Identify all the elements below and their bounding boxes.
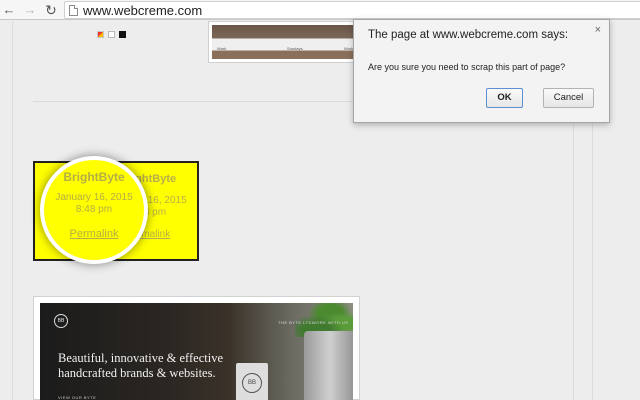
hero-line-2: handcrafted brands & websites. (58, 366, 216, 380)
lens-date-time: 8:48 pm (75, 204, 113, 215)
thumb-nav-left: THE BYTE LTD. (278, 320, 314, 325)
swatch-black[interactable] (119, 31, 126, 38)
dialog-title: The page at www.webcreme.com says: (368, 29, 569, 41)
brand-logo: BB (54, 314, 68, 328)
hero-line-1: Beautiful, innovative & effective (58, 351, 223, 365)
thumbnail-image: Work Sundays Work (212, 25, 354, 59)
close-icon[interactable]: × (595, 24, 601, 36)
magnifier-lens: BrightByte January 16, 2015 8:48 pm Perm… (40, 156, 148, 264)
website-thumbnail-top[interactable]: Work Sundays Work (208, 21, 358, 63)
cancel-button[interactable]: Cancel (543, 88, 594, 108)
thumbnail-image: BB THE BYTE LTD. WORK WITH US Beautiful,… (40, 303, 353, 400)
mug-logo: BB (242, 373, 262, 393)
page-border-left (12, 21, 13, 400)
reload-icon[interactable]: ↻ (43, 2, 59, 18)
swatch-white[interactable] (108, 31, 115, 38)
back-arrow-icon[interactable]: ← (1, 2, 17, 18)
ok-button[interactable]: OK (486, 88, 523, 108)
confirm-dialog: The page at www.webcreme.com says: × Are… (353, 19, 610, 123)
lens-title: BrightByte (63, 170, 125, 184)
thumb-label: Work (344, 46, 354, 51)
forward-arrow-icon[interactable]: → (22, 2, 38, 18)
address-bar[interactable]: www.webcreme.com (64, 1, 640, 19)
browser-toolbar: ← → ↻ www.webcreme.com (0, 0, 640, 20)
url-text[interactable]: www.webcreme.com (83, 3, 202, 18)
color-swatches (97, 25, 130, 38)
swatch-multicolor[interactable] (97, 31, 104, 38)
lens-permalink[interactable]: Permalink (44, 228, 144, 240)
lens-date-day: January 16, 2015 (55, 192, 133, 203)
thumb-label: Work (217, 46, 227, 51)
lens-date: January 16, 2015 8:48 pm (44, 192, 144, 216)
page-icon (69, 5, 78, 16)
thumb-nav-right: WORK WITH US (312, 320, 349, 325)
thumb-bottom-label: VIEW OUR BYTE (58, 395, 97, 400)
plant-pot (304, 331, 353, 400)
thumb-label: Sundays (287, 46, 303, 51)
dialog-message: Are you sure you need to scrap this part… (368, 62, 566, 72)
website-thumbnail-bottom[interactable]: BB THE BYTE LTD. WORK WITH US Beautiful,… (33, 296, 360, 400)
